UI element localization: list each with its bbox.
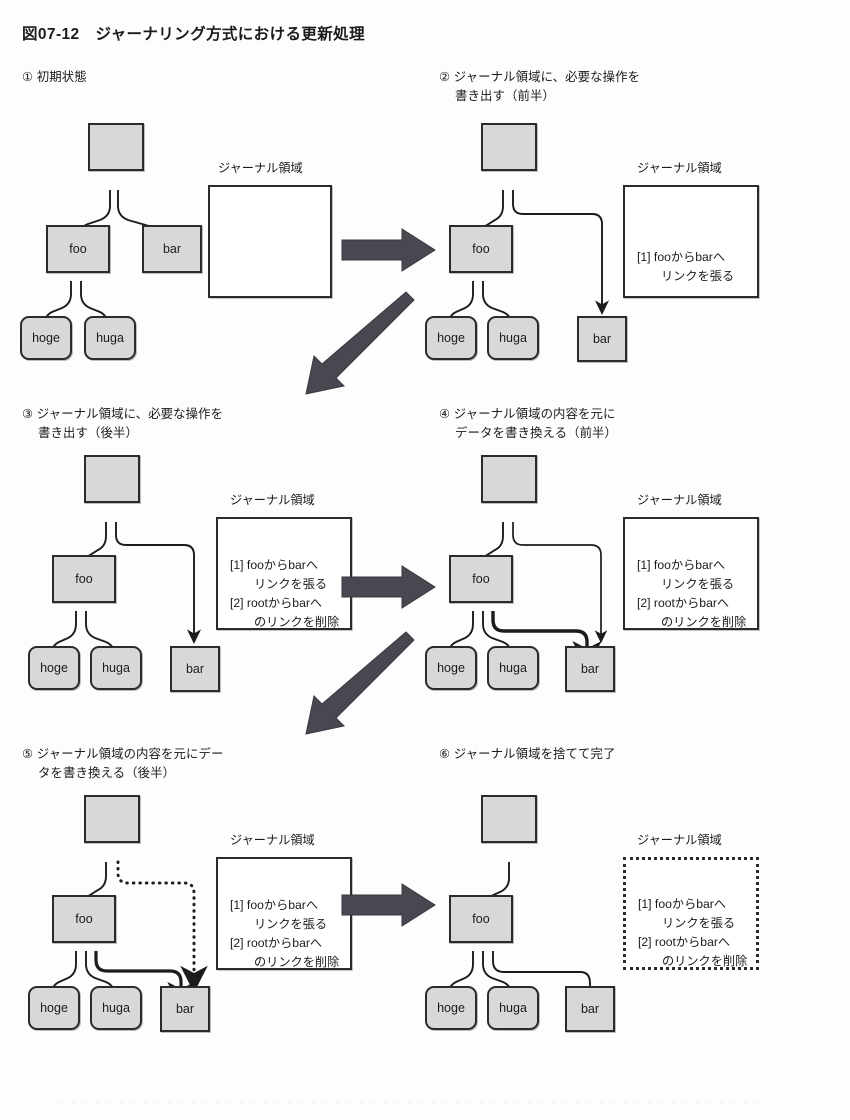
node-bar: bar bbox=[170, 646, 220, 692]
journal-area-label: ジャーナル領域 bbox=[637, 493, 722, 507]
journal-entry-1-line-2: リンクを張る bbox=[661, 269, 735, 283]
node-hoge-label: hoge bbox=[40, 1001, 68, 1015]
node-foo: foo bbox=[449, 895, 513, 943]
arrow-1-to-2 bbox=[341, 228, 436, 272]
journal-area-label: ジャーナル領域 bbox=[218, 161, 303, 175]
node-bar: bar bbox=[142, 225, 202, 273]
node-hoge: hoge bbox=[425, 646, 477, 690]
figure-title: 図07-12 ジャーナリング方式における更新処理 bbox=[22, 26, 365, 43]
panel-2: ② ジャーナル領域に、必要な操作を 書き出す（前半） foo hoge huga… bbox=[425, 68, 835, 398]
node-foo: foo bbox=[449, 555, 513, 603]
node-root bbox=[88, 123, 144, 171]
journal-area-label: ジャーナル領域 bbox=[637, 161, 722, 175]
panel-4: ④ ジャーナル領域の内容を元に データを書き換える（前半） foo hoge h… bbox=[425, 405, 835, 735]
arrow-4-to-5 bbox=[305, 631, 415, 735]
node-huga: huga bbox=[84, 316, 136, 360]
journal-entry-1-line-1: [1] fooからbarへ bbox=[637, 558, 726, 572]
node-bar-label: bar bbox=[580, 1002, 600, 1016]
journal-area-label: ジャーナル領域 bbox=[230, 833, 315, 847]
node-hoge: hoge bbox=[425, 986, 477, 1030]
journal-entry-2: [2] rootからbarへ のリンクを削除 bbox=[625, 575, 757, 651]
journal-entry-2-line-1: [2] rootからbarへ bbox=[230, 596, 323, 610]
node-bar-label: bar bbox=[175, 1002, 195, 1016]
journal-area-label: ジャーナル領域 bbox=[637, 833, 722, 847]
node-hoge: hoge bbox=[28, 646, 80, 690]
journal-entry-1: [1] fooからbarへ リンクを張る bbox=[625, 229, 757, 305]
node-root bbox=[481, 795, 537, 843]
journal-entry-2-line-2: のリンクを削除 bbox=[661, 615, 747, 629]
journal-box: [1] fooからbarへ リンクを張る [2] rootからbarへ のリンク… bbox=[623, 857, 759, 970]
node-huga-label: huga bbox=[499, 661, 527, 675]
node-hoge-label: hoge bbox=[40, 661, 68, 675]
node-foo-label: foo bbox=[472, 242, 490, 256]
journal-entry-2-line-1: [2] rootからbarへ bbox=[230, 936, 323, 950]
node-huga: huga bbox=[487, 316, 539, 360]
panel-6-stage: foo hoge huga bar ジャーナル領域 [1] fooからbarへ … bbox=[425, 745, 835, 1075]
panel-2-stage: foo hoge huga bar ジャーナル領域 [1] fooからbarへ … bbox=[425, 68, 835, 398]
node-hoge-label: hoge bbox=[437, 661, 465, 675]
node-bar: bar bbox=[160, 986, 210, 1032]
node-bar-label: bar bbox=[162, 242, 182, 256]
node-foo: foo bbox=[46, 225, 110, 273]
page-bottom-artifact bbox=[60, 1101, 760, 1103]
node-bar-label: bar bbox=[592, 332, 612, 346]
node-hoge-label: hoge bbox=[32, 331, 60, 345]
journal-box: [1] fooからbarへ リンクを張る [2] rootからbarへ のリンク… bbox=[216, 517, 352, 630]
journal-box: [1] fooからbarへ リンクを張る [2] rootからbarへ のリンク… bbox=[623, 517, 759, 630]
node-root bbox=[84, 795, 140, 843]
node-bar: bar bbox=[577, 316, 627, 362]
node-hoge: hoge bbox=[28, 986, 80, 1030]
node-huga: huga bbox=[487, 986, 539, 1030]
panel-6: ⑥ ジャーナル領域を捨てて完了 foo hoge huga bar ジャーナル領… bbox=[425, 745, 835, 1075]
node-huga-label: huga bbox=[96, 331, 124, 345]
node-huga: huga bbox=[90, 986, 142, 1030]
journal-box bbox=[208, 185, 332, 298]
node-foo-label: foo bbox=[69, 242, 87, 256]
node-foo-label: foo bbox=[75, 912, 93, 926]
node-huga-label: huga bbox=[102, 1001, 130, 1015]
node-bar-label: bar bbox=[580, 662, 600, 676]
journal-entry-1-line-1: [1] fooからbarへ bbox=[230, 898, 319, 912]
panel-4-stage: foo hoge huga bar ジャーナル領域 [1] fooからbarへ … bbox=[425, 405, 835, 735]
node-bar-label: bar bbox=[185, 662, 205, 676]
journal-box: [1] fooからbarへ リンクを張る [2] rootからbarへ のリンク… bbox=[216, 857, 352, 970]
journal-entry-2: [2] rootからbarへ のリンクを削除 bbox=[626, 914, 756, 990]
node-bar: bar bbox=[565, 646, 615, 692]
node-huga-label: huga bbox=[102, 661, 130, 675]
node-hoge-label: hoge bbox=[437, 331, 465, 345]
node-foo-label: foo bbox=[472, 912, 490, 926]
node-foo: foo bbox=[52, 555, 116, 603]
arrow-2-to-3 bbox=[305, 291, 415, 395]
node-root bbox=[84, 455, 140, 503]
journal-entry-2: [2] rootからbarへ のリンクを削除 bbox=[218, 915, 350, 991]
node-huga: huga bbox=[90, 646, 142, 690]
node-foo: foo bbox=[449, 225, 513, 273]
arrow-5-to-6 bbox=[341, 883, 436, 927]
journal-entry-2-line-2: のリンクを削除 bbox=[254, 955, 340, 969]
node-hoge-label: hoge bbox=[437, 1001, 465, 1015]
journal-entry-1-line-1: [1] fooからbarへ bbox=[637, 250, 726, 264]
journal-entry-2-line-1: [2] rootからbarへ bbox=[638, 935, 731, 949]
node-hoge: hoge bbox=[20, 316, 72, 360]
node-foo-label: foo bbox=[472, 572, 490, 586]
node-huga-label: huga bbox=[499, 1001, 527, 1015]
node-hoge: hoge bbox=[425, 316, 477, 360]
node-foo-label: foo bbox=[75, 572, 93, 586]
arrow-3-to-4 bbox=[341, 565, 436, 609]
journal-box: [1] fooからbarへ リンクを張る bbox=[623, 185, 759, 298]
node-bar: bar bbox=[565, 986, 615, 1032]
journal-entry-2-line-2: のリンクを削除 bbox=[662, 954, 748, 968]
figure-root: 図07-12 ジャーナリング方式における更新処理 ① 初期状態 foo bar … bbox=[0, 0, 850, 1120]
journal-entry-2-line-1: [2] rootからbarへ bbox=[637, 596, 730, 610]
node-huga-label: huga bbox=[499, 331, 527, 345]
node-huga: huga bbox=[487, 646, 539, 690]
journal-entry-1-line-1: [1] fooからbarへ bbox=[638, 897, 727, 911]
node-foo: foo bbox=[52, 895, 116, 943]
journal-area-label: ジャーナル領域 bbox=[230, 493, 315, 507]
node-root bbox=[481, 455, 537, 503]
journal-entry-1-line-1: [1] fooからbarへ bbox=[230, 558, 319, 572]
node-root bbox=[481, 123, 537, 171]
